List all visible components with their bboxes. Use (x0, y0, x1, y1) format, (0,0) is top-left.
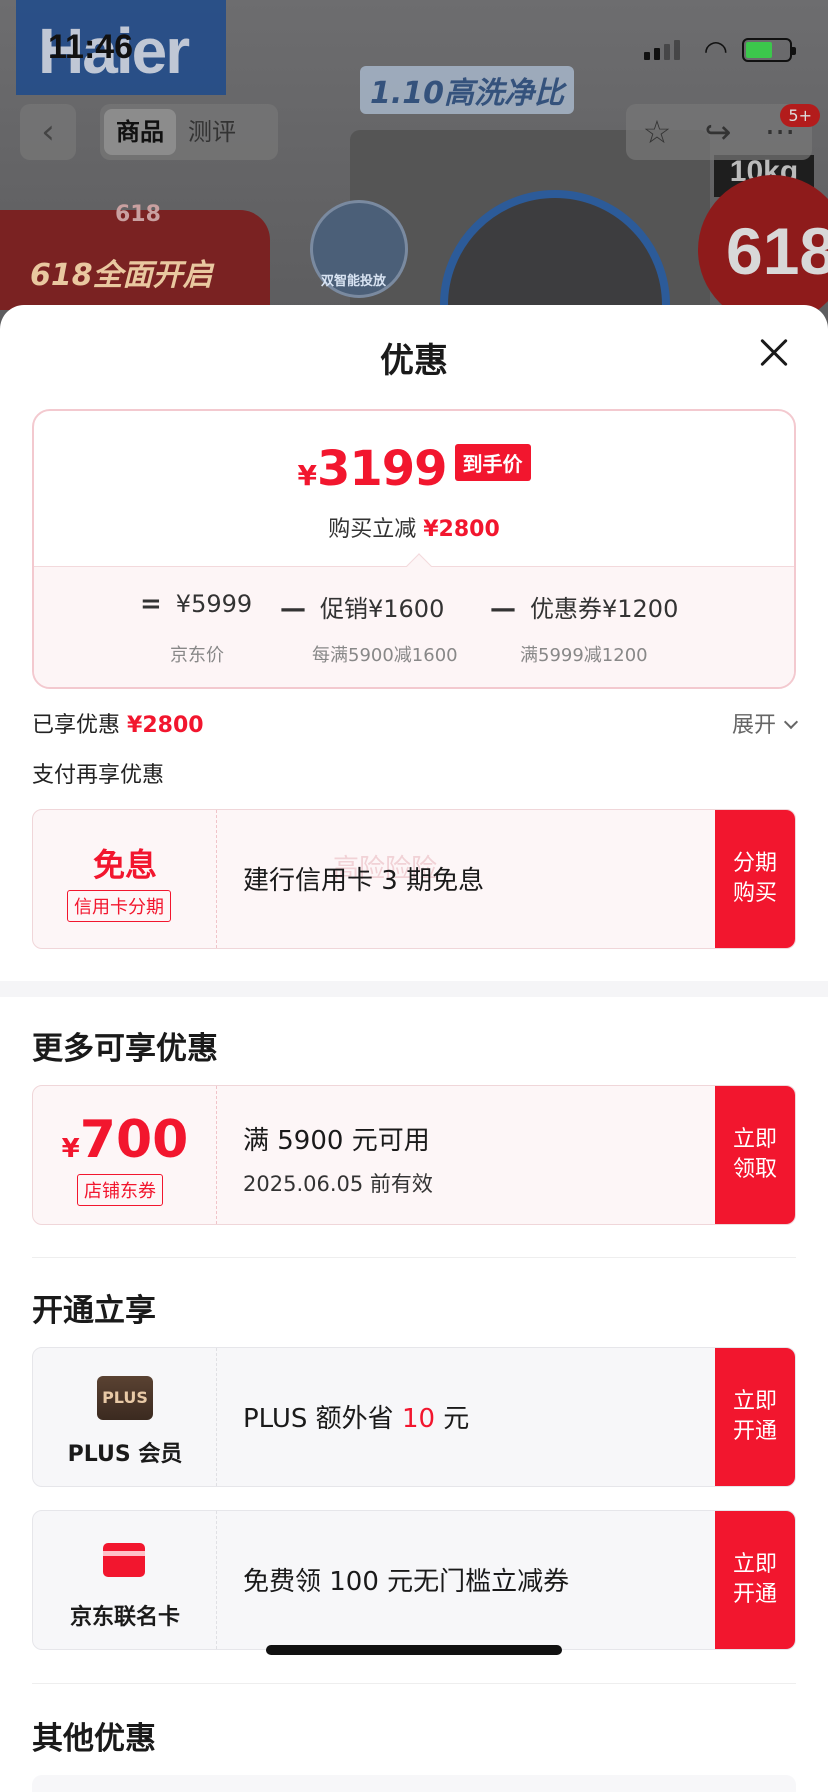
home-indicator[interactable] (266, 1645, 562, 1655)
coupon-condition: 满 5900 元可用 (243, 1126, 430, 1156)
enjoyed-discount: 已享优惠 ¥2800 (32, 713, 204, 738)
promo-banner: 618 618全面开启 (0, 202, 270, 310)
coupon-validity: 2025.06.05 前有效 (243, 1172, 433, 1196)
nav-tabs: 商品 测评 (100, 104, 278, 160)
plus-logo-icon: PLUS (97, 1376, 153, 1420)
tab-review[interactable]: 测评 (176, 109, 248, 155)
price-summary-card: ¥3199 到手价 购买立减 ¥2800 = ¥5999 京东价 — 促销¥1600 … (32, 409, 796, 689)
pay-section-title: 支付再享优惠 (32, 763, 165, 788)
plus-desc: PLUS 额外省 10 元 (243, 1404, 470, 1434)
smart-dispense-badge: 双智能投放 (310, 200, 408, 298)
signal-icon (644, 40, 680, 60)
jd-card-desc: 免费领 100 元无门槛立减券 (243, 1567, 570, 1597)
share-icon[interactable]: ↪ (705, 113, 732, 151)
tab-product[interactable]: 商品 (104, 109, 176, 155)
final-price: ¥3199 到手价 (34, 441, 794, 497)
installment-buy-button[interactable]: 分期购买 (715, 810, 795, 948)
installment-tag: 信用卡分期 (67, 890, 171, 922)
discount-sheet: 优惠 ¥3199 到手价 购买立减 ¥2800 = ¥5999 京东价 — 促销¥16… (0, 305, 828, 1792)
installment-desc: 建行信用卡 3 期免息 (243, 866, 485, 896)
coupon-note: 满5999减1200 (520, 645, 648, 666)
open-jd-card-button[interactable]: 立即开通 (715, 1511, 795, 1649)
jd-card-label: 京东联名卡 (69, 1605, 180, 1630)
battery-icon (742, 38, 796, 62)
installment-offer: 免息 信用卡分期 高险险险 建行信用卡 3 期免息 分期购买 (32, 809, 796, 949)
reduce-line: 购买立减 ¥2800 (328, 517, 500, 542)
chevron-down-icon (783, 714, 799, 730)
final-price-tag: 到手价 (454, 444, 531, 481)
coupon-amount: ¥700 (61, 1110, 189, 1170)
badge-618: 618 (698, 175, 828, 325)
claim-coupon-button[interactable]: 立即领取 (715, 1086, 795, 1224)
status-time: 11:46 (48, 28, 134, 66)
expand-button[interactable]: 展开 (732, 707, 799, 739)
price-breakdown: = ¥5999 京东价 — 促销¥1600 每满5900减1600 — 优惠券¥120… (34, 566, 794, 687)
wifi-icon: ◠ (703, 34, 728, 67)
plus-label: PLUS 会员 (67, 1442, 183, 1467)
interest-free-label: 免息 (92, 846, 157, 884)
other-discounts-card (32, 1775, 796, 1792)
store-coupon: ¥700 店铺东券 满 5900 元可用 2025.06.05 前有效 立即领取 (32, 1085, 796, 1225)
back-button[interactable]: ‹ (20, 104, 76, 160)
store-coupon-tag: 店铺东券 (77, 1174, 163, 1206)
sheet-title: 优惠 (380, 341, 448, 381)
star-icon[interactable]: ☆ (643, 113, 672, 151)
coupon-deduction: — 优惠券¥1200 (490, 594, 679, 624)
status-bar: 11:46 ◠ (0, 0, 828, 96)
open-plus-button[interactable]: 立即开通 (715, 1348, 795, 1486)
chevron-left-icon: ‹ (41, 112, 55, 152)
jd-card-offer: 京东联名卡 免费领 100 元无门槛立减券 立即开通 (32, 1510, 796, 1650)
other-discounts-title: 其他优惠 (32, 1721, 156, 1757)
plus-offer: PLUS PLUS 会员 PLUS 额外省 10 元 立即开通 (32, 1347, 796, 1487)
final-price-value: 3199 (316, 441, 448, 497)
promo-note: 每满5900减1600 (312, 645, 458, 666)
more-discounts-title: 更多可享优惠 (32, 1031, 218, 1067)
close-icon[interactable] (758, 337, 790, 369)
reduce-value: ¥2800 (423, 517, 500, 542)
message-badge: 5+ (780, 104, 820, 127)
promo-deduction: — 促销¥1600 (280, 594, 445, 624)
jd-price-label: 京东价 (170, 645, 224, 666)
open-enjoy-title: 开通立享 (32, 1293, 156, 1329)
jd-price: = ¥5999 (140, 589, 253, 619)
credit-card-icon (103, 1543, 145, 1577)
